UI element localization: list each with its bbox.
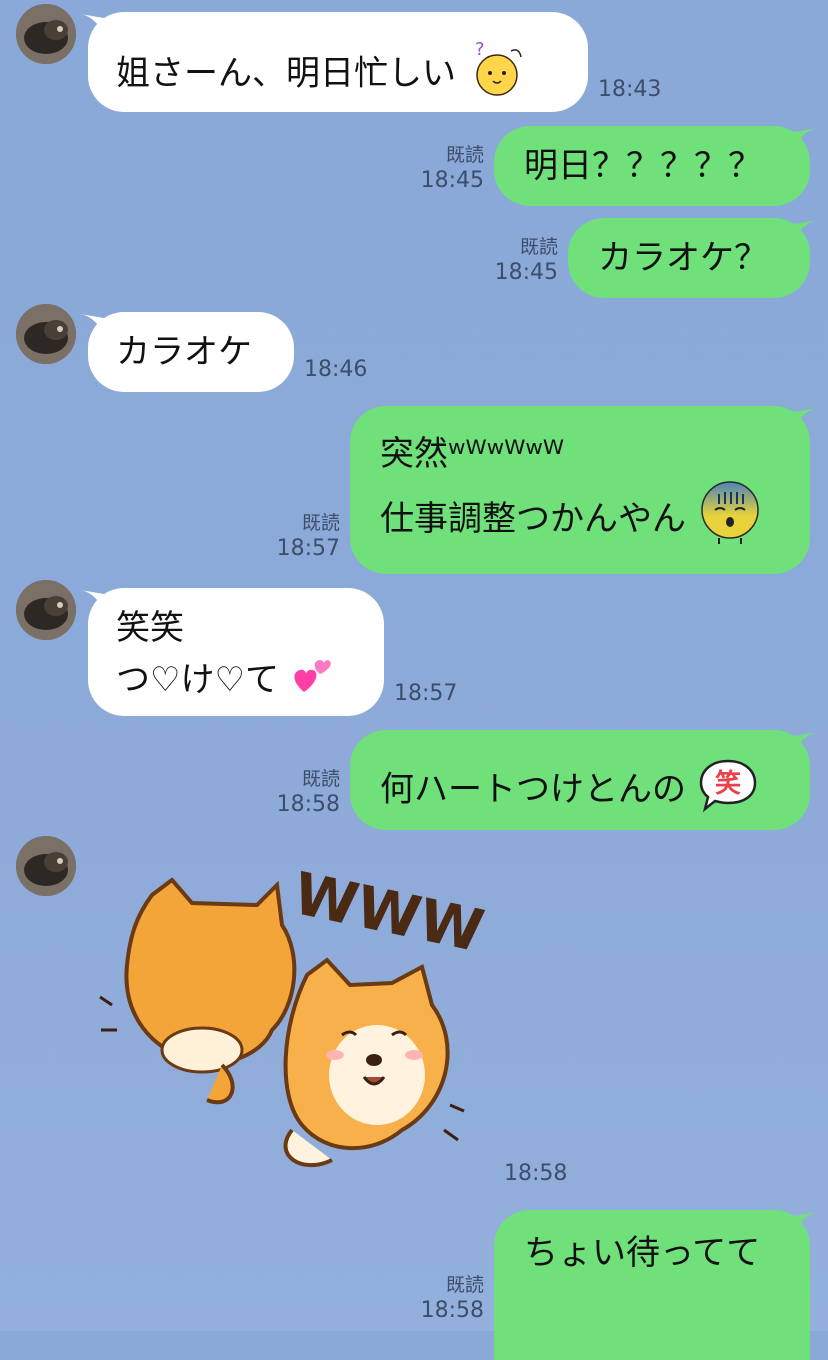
read-receipt: 既読 xyxy=(445,144,484,166)
shock-face-icon xyxy=(697,480,763,561)
pink-hearts-icon xyxy=(290,652,336,711)
message-bubble[interactable]: ちょい待ってて xyxy=(494,1210,810,1360)
svg-text:笑: 笑 xyxy=(715,768,741,799)
message-text: 何ハートつけとんの xyxy=(380,769,686,810)
timestamp: 18:58 xyxy=(420,1298,484,1323)
message-meta: 既読 18:45 xyxy=(474,235,558,287)
message-bubble[interactable]: 何ハートつけとんの 笑 xyxy=(350,730,810,830)
avatar[interactable] xyxy=(16,580,76,640)
read-receipt: 既読 xyxy=(445,1274,484,1296)
timestamp: 18:58 xyxy=(504,1161,568,1186)
timestamp: 18:57 xyxy=(394,681,458,706)
avatar[interactable] xyxy=(16,4,76,64)
laugh-bubble-icon: 笑 xyxy=(697,757,759,825)
message-text-line: 笑笑 xyxy=(116,608,184,648)
message-text: カラオケ？ xyxy=(598,238,768,278)
timestamp: 18:45 xyxy=(420,168,484,193)
message-bubble[interactable]: カラオケ？ xyxy=(568,218,810,298)
message-text-line: 仕事調整つかんやん xyxy=(380,499,686,539)
message-text: 明日？？？？？ xyxy=(524,146,762,186)
timestamp: 18:45 xyxy=(494,260,558,285)
message-meta: 既読 18:45 xyxy=(400,143,484,195)
message-bubble[interactable]: 突然ʷᵂʷᵂʷᵂ 仕事調整つかんやん xyxy=(350,406,810,574)
message-meta: 既読 18:57 xyxy=(256,511,340,563)
message-bubble[interactable]: 姐さーん、明日忙しい ? xyxy=(88,12,588,112)
bubble-tail xyxy=(794,1212,818,1232)
timestamp: 18:57 xyxy=(276,536,340,561)
timestamp: 18:46 xyxy=(304,357,368,382)
svg-text:?: ? xyxy=(475,39,485,60)
message-meta: 既読 18:58 xyxy=(400,1273,484,1325)
bubble-tail xyxy=(794,732,818,752)
message-bubble[interactable]: 笑笑 つ♡け♡て xyxy=(88,588,384,716)
avatar[interactable] xyxy=(16,304,76,364)
question-face-icon: ? xyxy=(467,39,527,111)
sticker-text: WWW xyxy=(288,859,490,965)
laughing-shiba-cats-sticker[interactable]: WWW xyxy=(92,855,492,1185)
message-bubble[interactable]: 明日？？？？？ xyxy=(494,126,810,206)
read-receipt: 既読 xyxy=(301,512,340,534)
message-text-line: つ♡け♡て xyxy=(116,660,279,700)
message-bubble[interactable]: カラオケ xyxy=(88,312,294,392)
read-receipt: 既読 xyxy=(519,236,558,258)
message-text: ちょい待ってて xyxy=(524,1233,761,1273)
timestamp: 18:43 xyxy=(598,77,662,102)
bubble-tail xyxy=(794,408,818,428)
bubble-tail xyxy=(794,128,818,148)
bubble-tail xyxy=(794,220,818,240)
message-meta: 既読 18:58 xyxy=(256,767,340,819)
message-text: 姐さーん、明日忙しい xyxy=(116,53,456,94)
message-text: カラオケ xyxy=(116,332,252,372)
avatar[interactable] xyxy=(16,836,76,896)
read-receipt: 既読 xyxy=(301,768,340,790)
message-text-line: 突然ʷᵂʷᵂʷᵂ xyxy=(380,434,565,474)
timestamp: 18:58 xyxy=(276,792,340,817)
